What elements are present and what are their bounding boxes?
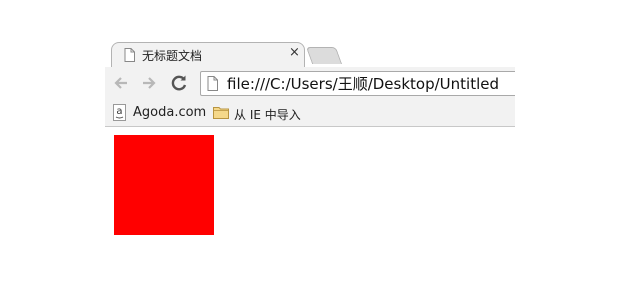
agoda-icon: a: [113, 104, 126, 121]
svg-text:a: a: [116, 106, 122, 117]
page-content: [105, 127, 515, 277]
address-bar[interactable]: file:///C:/Users/王顺/Desktop/Untitled: [200, 71, 515, 96]
tab-close-button[interactable]: ×: [289, 45, 300, 61]
reload-icon[interactable]: [169, 73, 189, 93]
back-arrow-icon[interactable]: [111, 73, 131, 93]
tab-title: 无标题文档: [142, 49, 203, 63]
red-square: [114, 135, 214, 235]
address-url[interactable]: file:///C:/Users/王顺/Desktop/Untitled: [227, 74, 499, 94]
bookmark-import-ie[interactable]: 从 IE 中导入: [213, 104, 323, 122]
forward-arrow-icon[interactable]: [139, 73, 159, 93]
document-icon: [124, 48, 135, 62]
toolbar: file:///C:/Users/王顺/Desktop/Untitled: [105, 67, 515, 100]
bookmark-agoda[interactable]: a Agoda.com: [113, 104, 213, 122]
document-icon: [207, 76, 218, 91]
tab-strip: 无标题文档 ×: [105, 40, 515, 68]
bookmark-label: Agoda.com: [133, 105, 207, 120]
tab-active[interactable]: 无标题文档 ×: [111, 42, 305, 68]
browser-window: 无标题文档 × file:///C:/Users/王顺/Desktop/Unti…: [105, 40, 515, 127]
folder-icon: [213, 107, 229, 119]
bookmarks-bar: a Agoda.com 从 IE 中导入: [105, 100, 515, 127]
bookmark-label: 从 IE 中导入: [234, 108, 301, 122]
new-tab-button[interactable]: [305, 47, 343, 64]
